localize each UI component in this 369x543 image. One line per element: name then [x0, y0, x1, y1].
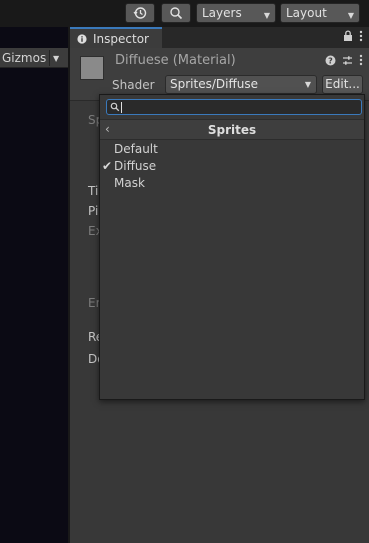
inspector-tabstrip: Inspector [70, 27, 369, 48]
scene-view[interactable]: Gizmos ▼ [0, 27, 68, 543]
search-icon [170, 7, 183, 20]
chevron-down-icon: ▼ [263, 11, 270, 20]
chevron-down-icon: ▼ [304, 80, 311, 89]
svg-text:?: ? [328, 56, 333, 65]
presets-icon[interactable] [342, 55, 353, 66]
tab-controls [343, 30, 363, 42]
more-options-icon[interactable] [359, 54, 363, 66]
list-item-mask[interactable]: Mask [100, 175, 364, 192]
popup-header: Sprites ‹ [100, 119, 364, 140]
history-icon [133, 7, 147, 19]
layout-dropdown[interactable]: Layout ▼ [280, 3, 360, 23]
search-icon [110, 102, 120, 112]
popup-title: Sprites [207, 123, 257, 137]
material-title: Diffuese (Material) [115, 53, 236, 68]
shader-dropdown[interactable]: Sprites/Diffuse ▼ [165, 75, 317, 94]
gizmos-button[interactable]: Gizmos [2, 51, 46, 65]
checkmark-icon: ✔ [102, 159, 113, 173]
history-button[interactable] [125, 3, 155, 23]
shader-search-input[interactable] [123, 100, 353, 114]
property-label: Pi [88, 204, 99, 218]
help-icon[interactable]: ? [325, 55, 336, 66]
shader-search-field[interactable] [106, 99, 362, 115]
more-options-icon[interactable] [359, 30, 363, 42]
shader-label: Shader [112, 78, 155, 92]
chevron-down-icon: ▼ [347, 11, 354, 20]
layout-label: Layout [286, 6, 327, 20]
tab-inspector[interactable]: Inspector [70, 27, 162, 48]
text-cursor [121, 102, 122, 113]
layers-dropdown[interactable]: Layers ▼ [196, 3, 276, 23]
property-label: Ti [88, 184, 99, 198]
gizmos-dropdown-icon[interactable]: ▼ [53, 54, 59, 63]
shader-value: Sprites/Diffuse [170, 77, 258, 91]
back-chevron-icon[interactable]: ‹ [105, 122, 110, 136]
list-item-label: Diffuse [114, 159, 157, 173]
shader-selector-popup: Sprites ‹ Default ✔ Diffuse Mask [99, 94, 365, 400]
list-item-default[interactable]: Default [100, 141, 364, 158]
search-button[interactable] [161, 3, 191, 23]
lock-icon[interactable] [343, 30, 353, 42]
scene-toolbar: Gizmos ▼ [0, 48, 68, 68]
tab-label: Inspector [93, 31, 149, 46]
info-icon [77, 33, 87, 44]
top-toolbar: Layers ▼ Layout ▼ [0, 0, 369, 27]
list-item-diffuse[interactable]: ✔ Diffuse [100, 158, 364, 175]
list-item-label: Default [114, 142, 158, 156]
header-icons: ? [325, 54, 363, 66]
edit-shader-button[interactable]: Edit... [322, 75, 363, 94]
material-preview-thumbnail [80, 56, 104, 80]
divider [49, 50, 50, 66]
list-item-label: Mask [114, 176, 145, 190]
layers-label: Layers [202, 6, 242, 20]
